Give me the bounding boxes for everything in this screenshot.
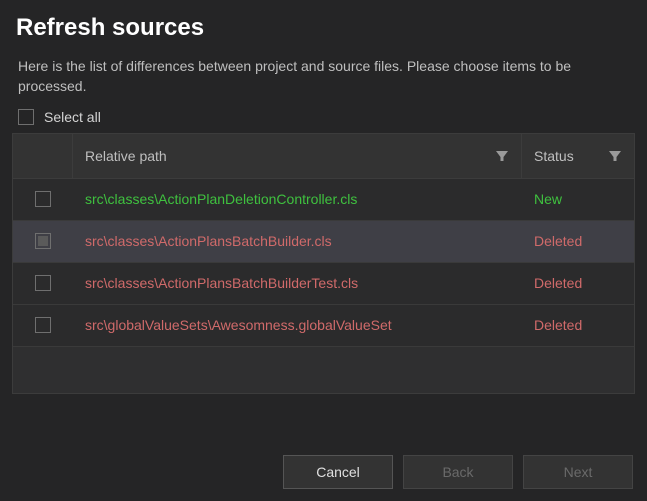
row-checkbox-cell [13, 275, 73, 291]
page-title: Refresh sources [0, 0, 647, 46]
row-checkbox-cell [13, 233, 73, 249]
row-path: src\classes\ActionPlansBatchBuilder.cls [73, 233, 522, 249]
page-description: Here is the list of differences between … [0, 46, 647, 103]
row-status: Deleted [522, 233, 634, 249]
differences-table: Relative path Status src\classes\ActionP… [12, 133, 635, 394]
row-checkbox-cell [13, 191, 73, 207]
row-status: New [522, 191, 634, 207]
column-status-label: Status [534, 148, 574, 164]
table-row[interactable]: src\classes\ActionPlansBatchBuilderTest.… [13, 263, 634, 305]
back-button: Back [403, 455, 513, 489]
row-path: src\classes\ActionPlansBatchBuilderTest.… [73, 275, 522, 291]
table-header: Relative path Status [13, 134, 634, 179]
column-relative-path-label: Relative path [85, 148, 167, 164]
table-row[interactable]: src\globalValueSets\Awesomness.globalVal… [13, 305, 634, 347]
row-checkbox[interactable] [35, 275, 51, 291]
row-path: src\globalValueSets\Awesomness.globalVal… [73, 317, 522, 333]
table-empty-space [13, 347, 634, 393]
filter-icon[interactable] [495, 149, 509, 163]
next-button: Next [523, 455, 633, 489]
column-checkbox [13, 134, 73, 178]
column-relative-path[interactable]: Relative path [73, 134, 522, 178]
table-row[interactable]: src\classes\ActionPlanDeletionController… [13, 179, 634, 221]
dialog-footer: Cancel Back Next [283, 455, 633, 489]
cancel-button[interactable]: Cancel [283, 455, 393, 489]
row-path: src\classes\ActionPlanDeletionController… [73, 191, 522, 207]
select-all-label: Select all [44, 109, 101, 125]
row-checkbox-cell [13, 317, 73, 333]
table-row[interactable]: src\classes\ActionPlansBatchBuilder.clsD… [13, 221, 634, 263]
row-checkbox[interactable] [35, 317, 51, 333]
row-checkbox[interactable] [35, 233, 51, 249]
row-status: Deleted [522, 317, 634, 333]
row-status: Deleted [522, 275, 634, 291]
select-all-checkbox[interactable] [18, 109, 34, 125]
row-checkbox[interactable] [35, 191, 51, 207]
filter-icon[interactable] [608, 149, 622, 163]
column-status[interactable]: Status [522, 134, 634, 178]
